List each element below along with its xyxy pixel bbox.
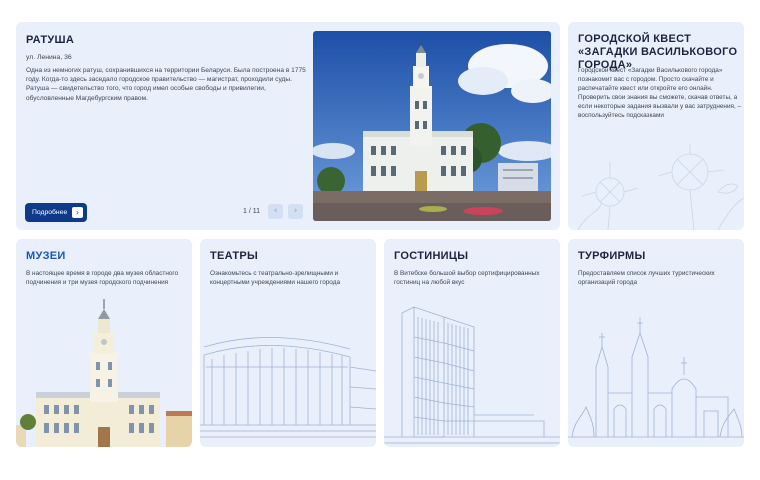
chevron-right-icon: › bbox=[293, 206, 298, 216]
tour-agencies-title: ТУРФИРМЫ bbox=[578, 250, 646, 262]
theatres-card[interactable]: ТЕАТРЫ Ознакомьтесь с театрально-зрелищн… bbox=[200, 239, 376, 447]
museums-card[interactable]: МУЗЕИ В настоящее время в городе два муз… bbox=[16, 239, 192, 447]
arrow-right-icon: › bbox=[72, 207, 83, 218]
city-quest-card[interactable]: ГОРОДСКОЙ КВЕСТ «ЗАГАДКИ ВАСИЛЬКОВОГО ГО… bbox=[568, 22, 744, 230]
museums-title: МУЗЕИ bbox=[26, 250, 66, 262]
city-quest-description: Городской квест «Загадки Василькового го… bbox=[578, 67, 742, 120]
next-slide-button[interactable]: › bbox=[288, 204, 303, 219]
town-hall-photo bbox=[313, 31, 551, 221]
tour-agencies-description: Предоставляем список лучших туристически… bbox=[578, 270, 715, 287]
hotel-building-illustration bbox=[384, 306, 560, 444]
tour-agencies-card[interactable]: ТУРФИРМЫ Предоставляем список лучших тур… bbox=[568, 239, 744, 447]
more-button-label: Подробнее bbox=[32, 209, 68, 216]
museums-description: В настоящее время в городе два музея обл… bbox=[26, 270, 179, 287]
church-illustration bbox=[568, 317, 744, 438]
town-hall-address: ул. Ленина, 36 bbox=[26, 54, 72, 61]
town-hall-title: РАТУША bbox=[26, 34, 75, 46]
hotels-description: В Витебске большой выбор сертифицированн… bbox=[394, 270, 540, 287]
prev-slide-button[interactable]: ‹ bbox=[268, 204, 283, 219]
town-hall-description: Одна из немногих ратуш, сохранившихся на… bbox=[26, 67, 306, 102]
town-hall-card: РАТУША ул. Ленина, 36 Одна из немногих р… bbox=[16, 22, 560, 230]
chevron-left-icon: ‹ bbox=[273, 206, 278, 216]
theatres-description: Ознакомьтесь с театрально-зрелищными и к… bbox=[210, 270, 340, 287]
theatre-building-illustration bbox=[200, 337, 376, 438]
more-button[interactable]: Подробнее › bbox=[25, 203, 87, 222]
museum-building-illustration bbox=[16, 297, 192, 447]
hotels-card[interactable]: ГОСТИНИЦЫ В Витебске большой выбор серти… bbox=[384, 239, 560, 447]
cornflower-decoration bbox=[577, 144, 744, 230]
slide-counter: 1 / 11 bbox=[243, 208, 260, 215]
hotels-title: ГОСТИНИЦЫ bbox=[394, 250, 469, 262]
theatres-title: ТЕАТРЫ bbox=[210, 250, 259, 262]
